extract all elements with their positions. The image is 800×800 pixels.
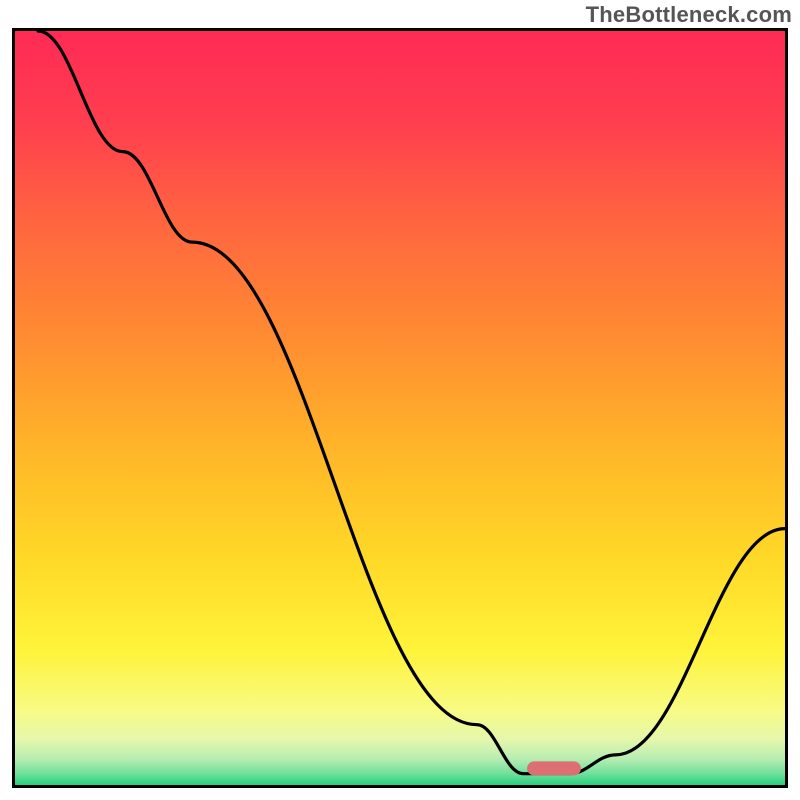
- watermark-text: TheBottleneck.com: [586, 2, 792, 28]
- optimal-marker: [527, 761, 581, 775]
- plot-area: [12, 28, 788, 788]
- gradient-background: [15, 31, 785, 785]
- chart-svg: [15, 31, 785, 785]
- chart-frame: TheBottleneck.com: [0, 0, 800, 800]
